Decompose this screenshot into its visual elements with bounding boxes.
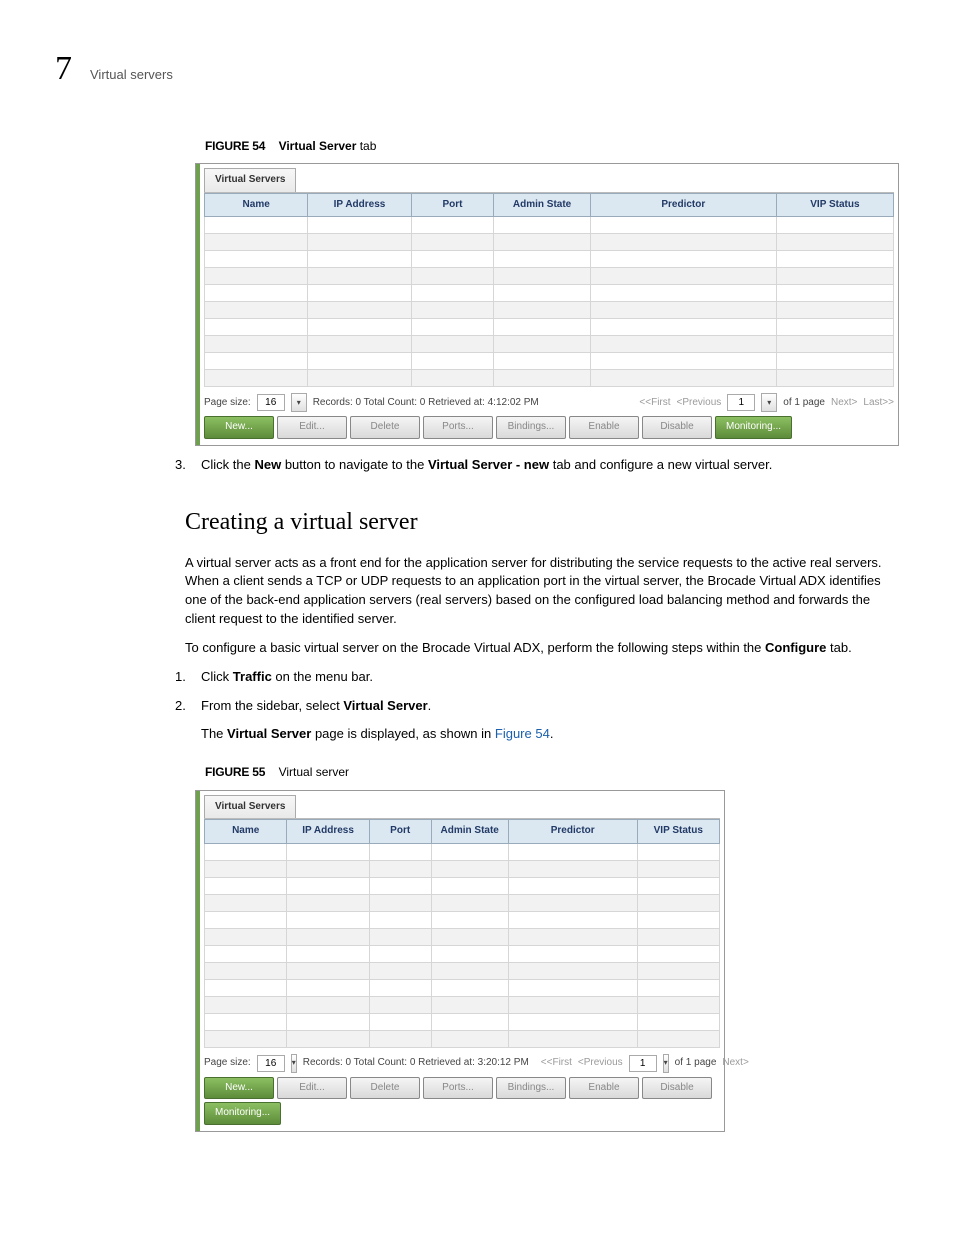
- table-row: [205, 979, 720, 996]
- fig54-pagesize-label: Page size:: [204, 396, 251, 411]
- fig55-col-vip[interactable]: VIP Status: [637, 820, 719, 844]
- table-row: [205, 353, 894, 370]
- fig55-records-text: Records: 0 Total Count: 0 Retrieved at: …: [303, 1056, 529, 1071]
- table-row: [205, 945, 720, 962]
- step2-sub: The Virtual Server page is displayed, as…: [201, 725, 899, 744]
- fig55-col-admin[interactable]: Admin State: [431, 820, 508, 844]
- fig55-pagecur-input[interactable]: [629, 1055, 657, 1072]
- figure54-label: FIGURE 54: [205, 139, 265, 153]
- green-stripe: [196, 791, 200, 1131]
- table-row: [205, 962, 720, 979]
- figure55-screenshot: Virtual Servers Name IP Address Port Adm…: [195, 790, 725, 1132]
- fig54-col-port[interactable]: Port: [411, 193, 494, 217]
- fig55-col-predictor[interactable]: Predictor: [508, 820, 637, 844]
- chapter-title: Virtual servers: [90, 67, 173, 82]
- fig55-tab[interactable]: Virtual Servers: [204, 795, 296, 819]
- fig55-monitoring-button[interactable]: Monitoring...: [204, 1102, 281, 1125]
- fig54-delete-button[interactable]: Delete: [350, 416, 420, 439]
- figure55-label: FIGURE 55: [205, 765, 265, 779]
- fig54-disable-button[interactable]: Disable: [642, 416, 712, 439]
- step2-num: 2.: [175, 697, 189, 716]
- fig54-bindings-button[interactable]: Bindings...: [496, 416, 566, 439]
- fig54-monitoring-button[interactable]: Monitoring...: [715, 416, 792, 439]
- fig55-of-pages: of 1 page: [675, 1056, 717, 1071]
- fig55-nav-prev[interactable]: <Previous: [578, 1056, 623, 1071]
- fig55-enable-button[interactable]: Enable: [569, 1077, 639, 1100]
- fig55-pagesize-input[interactable]: [257, 1055, 285, 1072]
- fig54-nav-last[interactable]: Last>>: [863, 396, 894, 411]
- figure54-caption-bold: Virtual Server: [279, 139, 357, 153]
- fig54-col-ip[interactable]: IP Address: [308, 193, 411, 217]
- chapter-number: 7: [55, 50, 72, 88]
- fig54-pagecur-dropdown[interactable]: ▾: [761, 393, 777, 412]
- fig55-ports-button[interactable]: Ports...: [423, 1077, 493, 1100]
- table-row: [205, 1013, 720, 1030]
- fig55-col-name[interactable]: Name: [205, 820, 287, 844]
- table-row: [205, 217, 894, 234]
- figure55-caption: Virtual server: [279, 765, 349, 779]
- fig54-enable-button[interactable]: Enable: [569, 416, 639, 439]
- table-row: [205, 894, 720, 911]
- table-row: [205, 319, 894, 336]
- table-row: [205, 251, 894, 268]
- table-row: [205, 860, 720, 877]
- step1-text: Click Traffic on the menu bar.: [201, 668, 373, 687]
- fig55-new-button[interactable]: New...: [204, 1077, 274, 1100]
- fig54-nav-next[interactable]: Next>: [831, 396, 857, 411]
- para2: To configure a basic virtual server on t…: [185, 639, 899, 658]
- fig54-col-predictor[interactable]: Predictor: [590, 193, 776, 217]
- fig54-pagecur-input[interactable]: [727, 394, 755, 411]
- table-row: [205, 268, 894, 285]
- fig54-tab[interactable]: Virtual Servers: [204, 168, 296, 192]
- table-row: [205, 877, 720, 894]
- fig54-of-pages: of 1 page: [783, 396, 825, 411]
- figure54-link[interactable]: Figure 54: [495, 726, 550, 741]
- fig54-new-button[interactable]: New...: [204, 416, 274, 439]
- step1-num: 1.: [175, 668, 189, 687]
- fig54-edit-button[interactable]: Edit...: [277, 416, 347, 439]
- table-row: [205, 843, 720, 860]
- table-row: [205, 1030, 720, 1047]
- fig54-records-text: Records: 0 Total Count: 0 Retrieved at: …: [313, 396, 539, 411]
- fig55-col-ip[interactable]: IP Address: [287, 820, 369, 844]
- step3-num: 3.: [175, 456, 189, 475]
- fig54-pagesize-dropdown[interactable]: ▾: [291, 393, 307, 412]
- table-row: [205, 370, 894, 387]
- fig55-pagecur-dropdown[interactable]: ▾: [663, 1054, 669, 1073]
- figure54-caption-rest: tab: [356, 139, 376, 153]
- fig55-pagesize-label: Page size:: [204, 1056, 251, 1071]
- table-row: [205, 302, 894, 319]
- table-row: [205, 996, 720, 1013]
- table-row: [205, 928, 720, 945]
- table-row: [205, 234, 894, 251]
- fig55-pagesize-dropdown[interactable]: ▾: [291, 1054, 297, 1073]
- fig55-delete-button[interactable]: Delete: [350, 1077, 420, 1100]
- fig55-disable-button[interactable]: Disable: [642, 1077, 712, 1100]
- fig54-nav-prev[interactable]: <Previous: [677, 396, 722, 411]
- section-heading: Creating a virtual server: [185, 505, 899, 540]
- fig54-pagesize-input[interactable]: [257, 394, 285, 411]
- step2-text: From the sidebar, select Virtual Server.: [201, 697, 431, 716]
- fig54-nav-first[interactable]: <<First: [639, 396, 670, 411]
- fig55-col-port[interactable]: Port: [369, 820, 431, 844]
- table-row: [205, 336, 894, 353]
- fig54-col-name[interactable]: Name: [205, 193, 308, 217]
- fig54-ports-button[interactable]: Ports...: [423, 416, 493, 439]
- para1: A virtual server acts as a front end for…: [185, 554, 899, 629]
- fig55-edit-button[interactable]: Edit...: [277, 1077, 347, 1100]
- table-row: [205, 911, 720, 928]
- table-row: [205, 285, 894, 302]
- fig55-nav-first[interactable]: <<First: [541, 1056, 572, 1071]
- fig54-col-admin[interactable]: Admin State: [494, 193, 590, 217]
- green-stripe: [196, 164, 200, 445]
- step3-text: Click the New button to navigate to the …: [201, 456, 772, 475]
- fig55-nav-next[interactable]: Next>: [722, 1056, 748, 1071]
- fig54-col-vip[interactable]: VIP Status: [776, 193, 893, 217]
- figure54-screenshot: Virtual Servers Name IP Address Port Adm…: [195, 163, 899, 446]
- fig55-bindings-button[interactable]: Bindings...: [496, 1077, 566, 1100]
